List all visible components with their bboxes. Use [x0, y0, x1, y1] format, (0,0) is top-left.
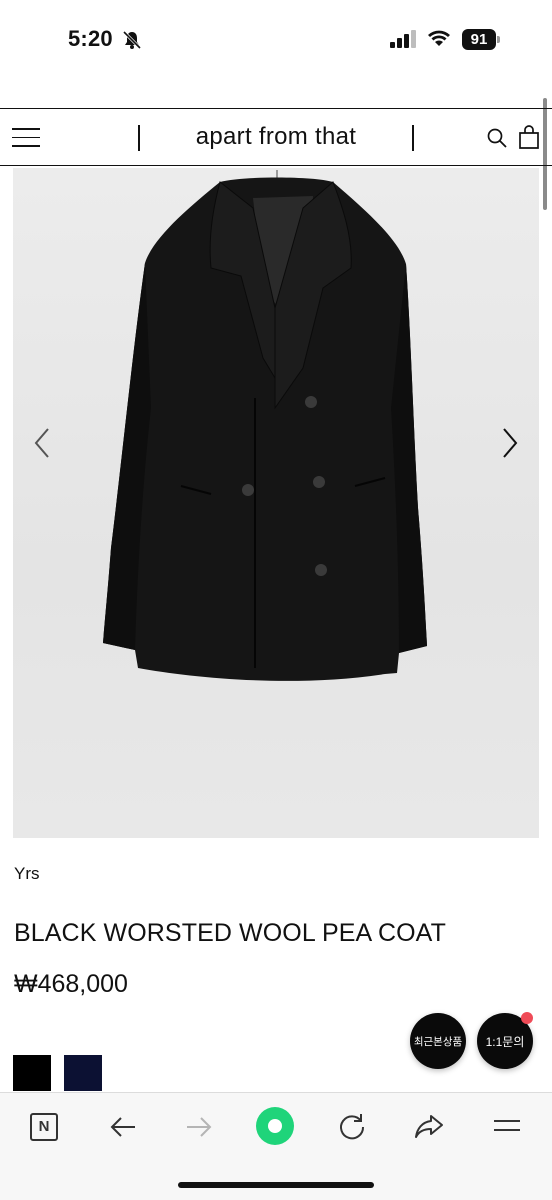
- carousel-next-arrow-icon[interactable]: [500, 426, 520, 460]
- coat-illustration: [103, 170, 427, 681]
- naver-n-icon[interactable]: N: [30, 1113, 58, 1141]
- refresh-icon[interactable]: [337, 1111, 367, 1141]
- color-swatch-black[interactable]: [13, 1055, 51, 1091]
- share-icon[interactable]: [414, 1111, 444, 1141]
- battery-indicator: 91: [462, 29, 502, 50]
- status-time: 5:20: [68, 26, 113, 51]
- recent-items-button[interactable]: 최근본상품: [410, 1013, 466, 1069]
- forward-arrow-icon[interactable]: [184, 1112, 214, 1142]
- more-menu-icon[interactable]: [492, 1111, 522, 1141]
- search-icon[interactable]: [486, 127, 508, 149]
- site-logo-title[interactable]: apart from that: [140, 123, 412, 151]
- battery-cap: [497, 36, 500, 43]
- product-name: BLACK WORSTED WOOL PEA COAT: [14, 919, 446, 947]
- shopping-bag-icon[interactable]: [518, 125, 540, 149]
- back-arrow-icon[interactable]: [108, 1112, 138, 1142]
- battery-level: 91: [462, 29, 496, 50]
- cellular-signal-icon: [390, 30, 416, 48]
- notification-dot: [521, 1012, 533, 1024]
- product-brand[interactable]: Yrs: [14, 864, 40, 884]
- header-divider: [412, 125, 414, 151]
- product-price: ₩468,000: [14, 970, 128, 998]
- home-green-icon[interactable]: [256, 1107, 294, 1145]
- status-bar: 5:20 91: [0, 0, 552, 80]
- bell-muted-icon: [122, 30, 142, 50]
- carousel-prev-arrow-icon[interactable]: [32, 426, 52, 460]
- product-image[interactable]: [13, 168, 539, 838]
- color-swatch-navy[interactable]: [64, 1055, 102, 1091]
- hamburger-menu-icon[interactable]: [12, 128, 40, 148]
- home-indicator: [178, 1182, 374, 1188]
- wifi-icon: [428, 30, 450, 46]
- site-header: apart from that: [0, 108, 552, 166]
